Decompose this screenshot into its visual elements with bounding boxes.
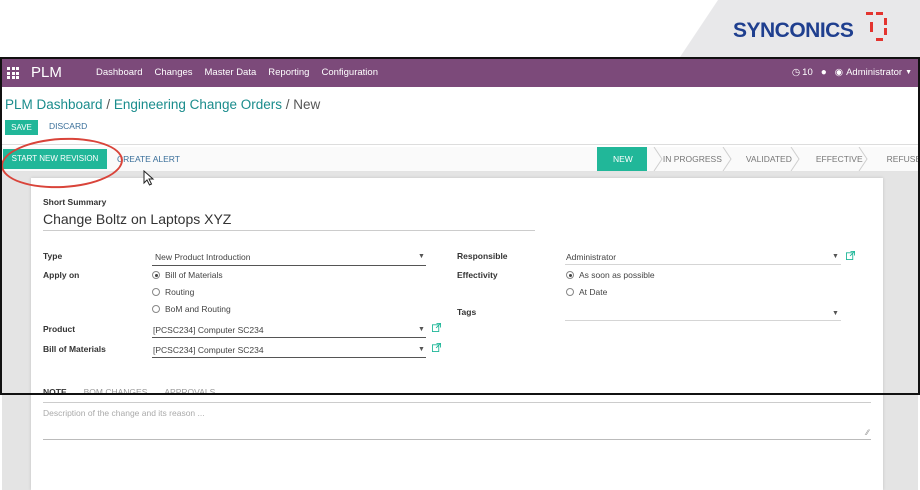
main-menu: Dashboard Changes Master Data Reporting … [96, 67, 390, 78]
breadcrumb-separator: / [285, 97, 290, 112]
page: SYNCONICS PLM Dashboard Changes Master D… [0, 0, 920, 490]
effectivity-label: Effectivity [457, 270, 498, 280]
breadcrumb-plm-dashboard[interactable]: PLM Dashboard [5, 97, 103, 112]
radio-label-as-soon-as-possible: As soon as possible [579, 270, 655, 280]
radio-label-at-date: At Date [579, 287, 608, 297]
bom-label: Bill of Materials [43, 344, 106, 354]
radio-label-routing: Routing [165, 287, 195, 297]
short-summary-input[interactable]: Change Boltz on Laptops XYZ [43, 211, 231, 227]
tab-bom-changes[interactable]: BOM CHANGES [84, 387, 148, 397]
product-underline [152, 337, 426, 338]
stage-effective[interactable]: EFFECTIVE [799, 147, 871, 171]
note-placeholder: Description of the change and its reason… [43, 408, 205, 418]
radio-as-soon-as-possible[interactable] [566, 271, 574, 279]
radio-label-bill-of-materials: Bill of Materials [165, 270, 223, 280]
chevron-down-icon[interactable]: ▼ [832, 310, 839, 317]
discard-button[interactable]: DISCARD [49, 121, 87, 131]
responsible-underline [565, 264, 841, 265]
chevron-down-icon[interactable]: ▼ [418, 326, 425, 333]
stage-new[interactable]: NEW [597, 147, 647, 171]
responsible-label: Responsible [457, 251, 508, 261]
breadcrumb: PLM Dashboard / Engineering Change Order… [5, 97, 320, 112]
create-alert-button[interactable]: CREATE ALERT [117, 154, 180, 164]
save-button[interactable]: SAVE [5, 120, 38, 135]
tab-note[interactable]: NOTE [43, 387, 67, 397]
tab-approvals[interactable]: APPROVALS [164, 387, 215, 397]
radio-routing[interactable] [152, 288, 160, 296]
user-menu[interactable]: Administrator [846, 67, 902, 78]
radio-bill-of-materials[interactable] [152, 271, 160, 279]
stage-pipeline: NEW IN PROGRESS VALIDATED EFFECTIVE REFU… [597, 147, 920, 171]
activity-count[interactable]: 10 [802, 67, 813, 78]
resize-handle-icon[interactable]: ∕∕ [866, 428, 869, 437]
external-link-icon[interactable] [432, 323, 441, 332]
activity-clock-icon[interactable]: ◷ [792, 67, 800, 78]
menu-changes[interactable]: Changes [154, 67, 192, 78]
type-label: Type [43, 251, 63, 261]
apply-on-label: Apply on [43, 270, 80, 280]
radio-at-date[interactable] [566, 288, 574, 296]
tabs-divider [43, 402, 871, 403]
chevron-down-icon[interactable]: ▼ [832, 253, 839, 260]
top-navbar: PLM Dashboard Changes Master Data Report… [2, 59, 918, 87]
menu-dashboard[interactable]: Dashboard [96, 67, 142, 78]
short-summary-underline [43, 230, 535, 231]
app-name: PLM [31, 64, 62, 81]
brand-logo: SYNCONICS [733, 19, 854, 42]
mouse-cursor-icon [143, 170, 155, 186]
chevron-down-icon[interactable]: ▼ [418, 253, 425, 260]
note-textarea[interactable]: Description of the change and its reason… [43, 404, 871, 440]
chevron-down-icon[interactable]: ▼ [905, 69, 912, 76]
topbar-right: ◷ 10 ● ◉ Administrator ▼ [792, 67, 912, 78]
tags-underline [565, 320, 841, 321]
breadcrumb-eco[interactable]: Engineering Change Orders [114, 97, 282, 112]
type-underline [152, 265, 426, 266]
breadcrumb-separator: / [106, 97, 111, 112]
stage-validated[interactable]: VALIDATED [729, 147, 800, 171]
chevron-down-icon[interactable]: ▼ [418, 346, 425, 353]
external-link-icon[interactable] [846, 251, 855, 260]
menu-configuration[interactable]: Configuration [321, 67, 378, 78]
notebook-tabs: NOTE BOM CHANGES APPROVALS [43, 387, 232, 397]
stage-in-progress[interactable]: IN PROGRESS [646, 147, 730, 171]
brand-mark-icon [866, 12, 892, 50]
bom-underline [152, 357, 426, 358]
menu-reporting[interactable]: Reporting [268, 67, 309, 78]
menu-master-data[interactable]: Master Data [205, 67, 257, 78]
apps-grid-icon[interactable] [7, 67, 19, 79]
tags-label: Tags [457, 307, 477, 317]
radio-bom-and-routing[interactable] [152, 305, 160, 313]
external-link-icon[interactable] [432, 343, 441, 352]
divider [2, 144, 918, 145]
product-select[interactable]: [PCSC234] Computer SC234 [153, 325, 264, 335]
radio-label-bom-and-routing: BoM and Routing [165, 304, 231, 314]
short-summary-label: Short Summary [43, 197, 107, 207]
type-select[interactable]: New Product Introduction [155, 252, 250, 262]
breadcrumb-current: New [293, 97, 321, 112]
messages-icon[interactable]: ● [821, 67, 827, 78]
responsible-select[interactable]: Administrator [566, 252, 616, 262]
bom-select[interactable]: [PCSC234] Computer SC234 [153, 345, 264, 355]
stage-refused[interactable]: REFUSED [870, 147, 920, 171]
product-label: Product [43, 324, 76, 334]
user-avatar-icon[interactable]: ◉ [835, 67, 843, 78]
